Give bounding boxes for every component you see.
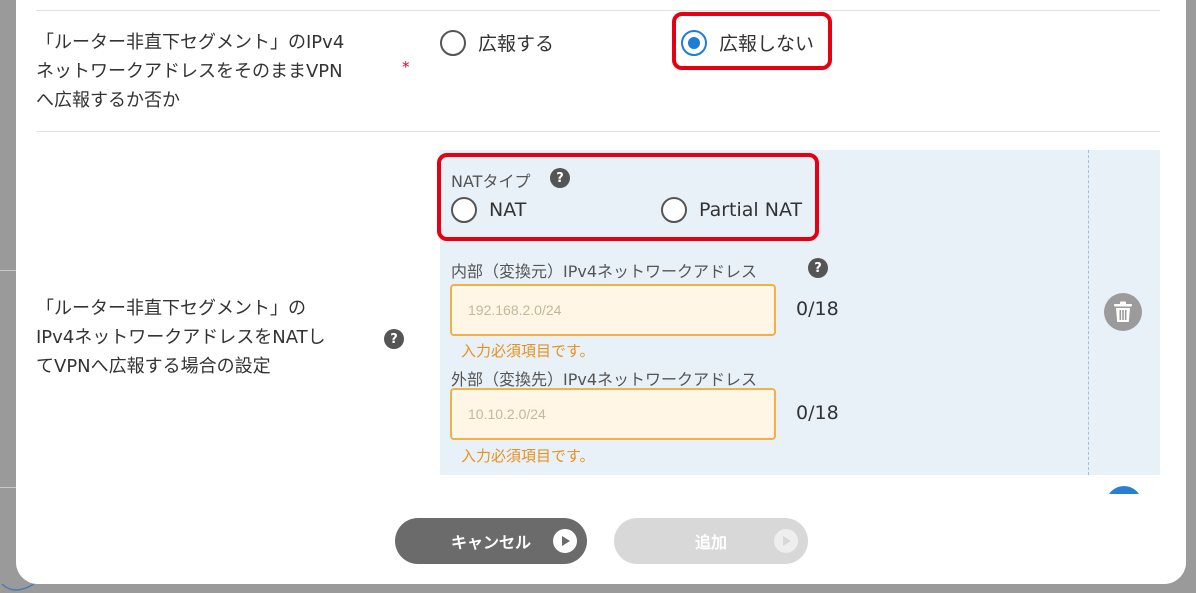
help-icon[interactable]: ? [384, 329, 404, 349]
help-icon[interactable]: ? [808, 258, 828, 278]
radio-label: Partial NAT [699, 199, 803, 221]
row-divider [36, 131, 1160, 132]
nat-setting-label: 「ルーター非直下セグメント」の IPv4ネットワークアドレスをNATし てVPN… [36, 294, 326, 381]
nat-type-label: NATタイプ [451, 172, 531, 191]
label-line: 「ルーター非直下セグメント」のIPv4 [36, 32, 345, 53]
backdrop-divider [0, 487, 16, 488]
label-line: ネットワークアドレスをそのままVPN [36, 61, 343, 82]
radio-button[interactable] [451, 197, 477, 223]
background-link-fragment [1, 584, 35, 591]
radio-do-not-advertise[interactable]: 広報しない [681, 29, 814, 56]
char-counter: 0/18 [796, 298, 839, 320]
error-message: 入力必須項目です。 [461, 447, 595, 465]
required-mark: * [402, 58, 410, 76]
add-button[interactable]: 追加 [614, 518, 808, 564]
radio-partial-nat[interactable]: Partial NAT [661, 197, 802, 223]
error-message: 入力必須項目です。 [461, 342, 595, 360]
row-divider [36, 10, 1160, 11]
radio-button[interactable] [440, 29, 466, 56]
external-address-label: 外部（変換先）IPv4ネットワークアドレス [451, 370, 758, 389]
label-line: てVPNへ広報する場合の設定 [36, 356, 271, 377]
delete-row-button[interactable] [1104, 293, 1142, 331]
play-arrow-icon [774, 529, 798, 553]
radio-label: 広報しない [719, 33, 815, 55]
radio-nat[interactable]: NAT [451, 197, 526, 223]
help-icon[interactable]: ? [550, 168, 570, 188]
modal-footer [16, 494, 1186, 584]
advertise-setting-label: 「ルーター非直下セグメント」のIPv4 ネットワークアドレスをそのままVPN へ… [36, 28, 344, 115]
radio-label: 広報する [478, 33, 555, 55]
internal-address-input[interactable] [450, 284, 776, 336]
char-counter: 0/18 [796, 402, 839, 424]
trash-icon [1114, 301, 1132, 322]
label-line: 「ルーター非直下セグメント」の [36, 298, 306, 319]
button-label: 追加 [694, 533, 727, 552]
radio-button-checked[interactable] [681, 29, 707, 56]
radio-advertise[interactable]: 広報する [440, 29, 554, 56]
external-address-input[interactable] [450, 388, 776, 440]
radio-label: NAT [489, 199, 527, 221]
label-line: IPv4ネットワークアドレスをNATし [36, 327, 326, 348]
backdrop-divider [0, 270, 16, 271]
cancel-button[interactable]: キャンセル [395, 518, 587, 564]
internal-address-label: 内部（変換元）IPv4ネットワークアドレス [451, 262, 758, 281]
play-arrow-icon [553, 529, 577, 553]
radio-button[interactable] [661, 197, 687, 223]
button-label: キャンセル [450, 533, 531, 552]
label-line: へ広報するか否か [36, 90, 180, 111]
add-setting-modal: 「ルーター非直下セグメント」のIPv4 ネットワークアドレスをそのままVPN へ… [16, 0, 1186, 584]
